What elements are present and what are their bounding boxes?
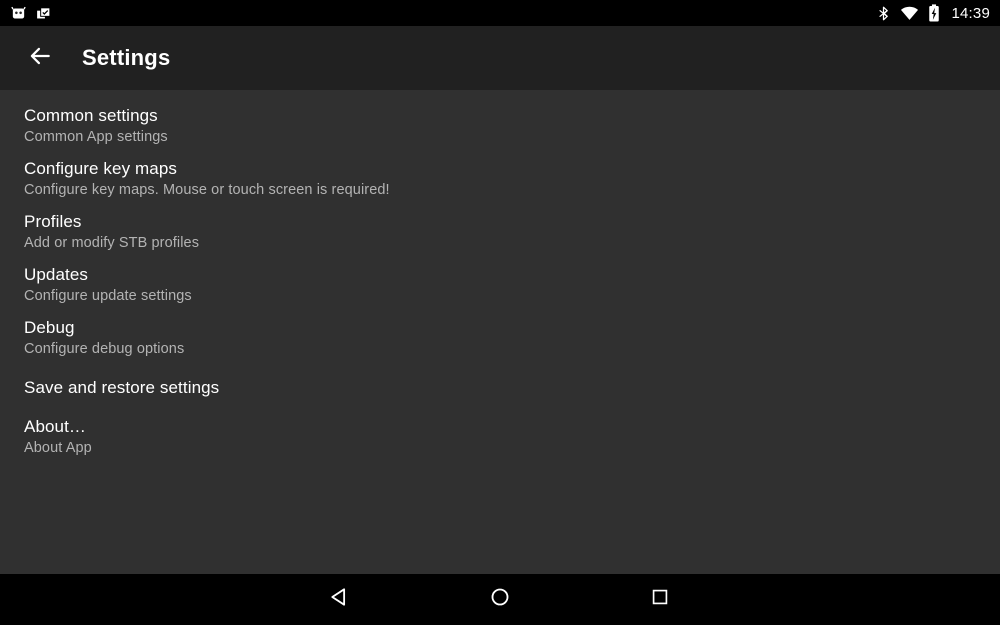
arrow-left-icon [27,43,53,74]
nav-spacer-right [740,599,910,600]
list-item-title: Debug [24,318,75,337]
square-recents-icon [650,587,670,612]
settings-list: Common settings Common App settings Conf… [0,90,1000,574]
list-item-summary: Common App settings [24,129,168,145]
nav-home-button[interactable] [420,574,580,625]
clipboard-check-notification-icon [35,5,52,22]
settings-item-profiles[interactable]: Profiles Add or modify STB profiles [0,206,1000,259]
circle-home-icon [489,586,511,613]
settings-item-debug[interactable]: Debug Configure debug options [0,312,1000,365]
list-item-summary: Add or modify STB profiles [24,235,200,251]
list-item-summary: Configure key maps. Mouse or touch scree… [24,182,390,198]
page-title: Settings [82,45,171,70]
settings-item-save-and-restore-settings[interactable]: Save and restore settings [0,365,1000,411]
bluetooth-icon [876,5,891,22]
battery-charging-icon [928,4,940,22]
list-item-title: Profiles [24,212,82,231]
app-toolbar: Settings [0,26,1000,90]
list-item-title: Save and restore settings [24,378,220,397]
toolbar-back-button[interactable] [12,30,68,86]
list-item-summary: About App [24,440,92,456]
list-item-summary: Configure debug options [24,341,185,357]
status-bar-notifications [10,5,52,22]
wifi-icon [900,5,919,22]
list-item-title: Configure key maps [24,159,177,178]
triangle-back-icon [329,586,351,613]
status-bar: 14:39 [0,0,1000,26]
list-item-summary: Configure update settings [24,288,192,304]
status-bar-clock: 14:39 [951,4,990,22]
nav-back-button[interactable] [260,574,420,625]
settings-item-configure-key-maps[interactable]: Configure key maps Configure key maps. M… [0,153,1000,206]
settings-item-about[interactable]: About… About App [0,411,1000,464]
system-navigation-bar [0,574,1000,625]
app-notification-icon [10,5,27,22]
status-bar-system-icons: 14:39 [876,4,990,22]
list-item-title: Updates [24,265,89,284]
android-settings-screen: 14:39 Settings Common settings Common Ap… [0,0,1000,625]
settings-item-updates[interactable]: Updates Configure update settings [0,259,1000,312]
list-item-title: Common settings [24,106,158,125]
nav-recents-button[interactable] [580,574,740,625]
list-item-title: About… [24,417,87,436]
nav-spacer-left [90,599,260,600]
settings-item-common-settings[interactable]: Common settings Common App settings [0,100,1000,153]
